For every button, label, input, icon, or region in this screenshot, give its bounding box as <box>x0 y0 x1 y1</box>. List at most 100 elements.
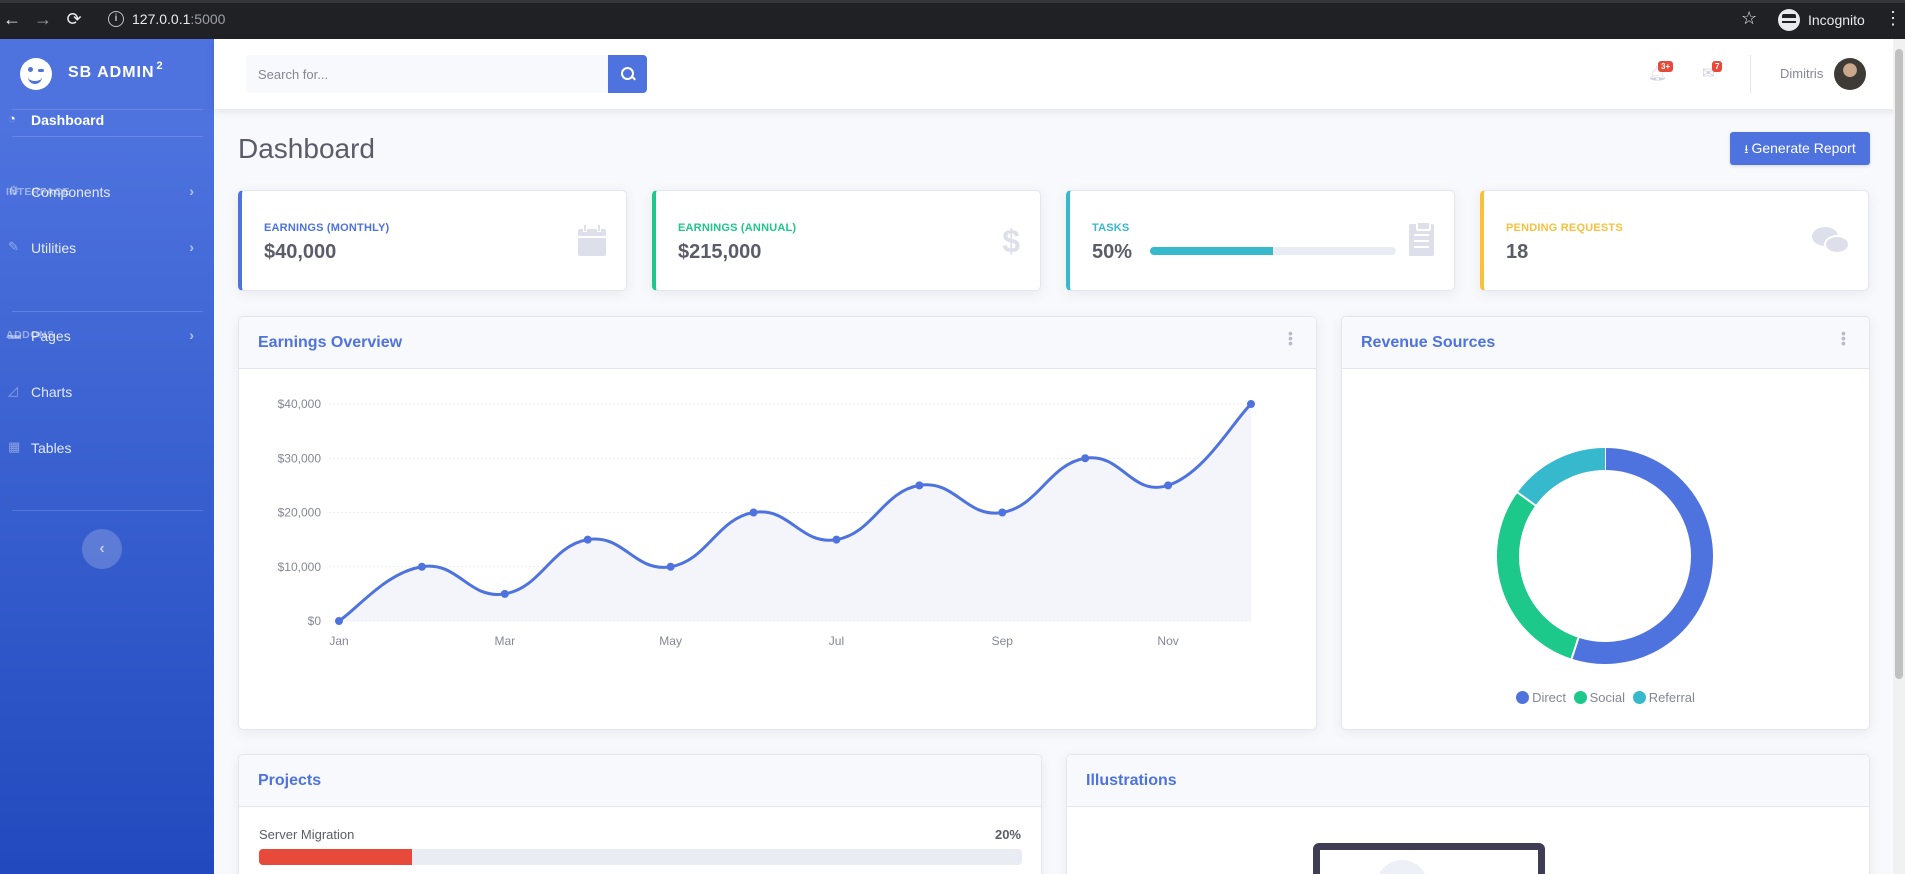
avatar[interactable] <box>1834 58 1866 90</box>
data-point <box>417 562 426 571</box>
stat-label: Earnings (Annual) <box>678 222 797 234</box>
data-point <box>500 589 509 598</box>
incognito-icon[interactable] <box>1778 9 1800 31</box>
stat-value: 18 <box>1506 241 1529 263</box>
address-bar[interactable]: 127.0.0.1:5000 <box>132 11 225 27</box>
reload-icon[interactable]: ⟳ <box>64 9 84 29</box>
dollar-icon: $ <box>1002 223 1020 259</box>
revenue-donut-chart <box>1497 448 1713 664</box>
site-info-icon[interactable]: i <box>108 11 124 27</box>
calendar-icon <box>578 224 606 256</box>
donut-slice-direct <box>1571 448 1713 664</box>
y-tick-label: $40,000 <box>278 397 322 411</box>
x-tick-label: Jul <box>829 634 844 648</box>
tasks-progress <box>1150 247 1396 255</box>
y-tick-label: $0 <box>308 614 322 628</box>
tab-strip-edge <box>0 0 1905 3</box>
wrench-icon: ✎ <box>8 239 19 254</box>
page-title: Dashboard <box>238 133 375 164</box>
sidebar-item-utilities[interactable]: ✎ Utilities › <box>0 225 214 271</box>
x-tick-label: Mar <box>494 634 515 648</box>
search-input[interactable] <box>246 55 608 93</box>
y-tick-label: $20,000 <box>278 506 322 520</box>
data-point <box>1164 481 1173 490</box>
table-icon: ▦ <box>8 439 21 454</box>
donut-slice-referral <box>1517 448 1606 506</box>
sidebar-item-label: Charts <box>31 384 73 400</box>
sidebar-item-tables[interactable]: ▦ Tables <box>0 425 214 471</box>
chevron-right-icon: › <box>189 239 194 255</box>
sidebar-item-pages[interactable]: ▬ Pages › <box>0 313 214 359</box>
bookmark-star-icon[interactable]: ☆ <box>1741 8 1757 29</box>
tachometer-icon: ◔ <box>8 111 16 126</box>
comments-icon <box>1812 227 1850 257</box>
more-vertical-icon[interactable]: • • • <box>1288 326 1293 350</box>
x-tick-label: May <box>659 634 682 648</box>
laugh-wink-icon <box>20 58 52 90</box>
browser-toolbar: ← → ⟳ i 127.0.0.1:5000 ☆ Incognito ⋮ <box>0 0 1905 39</box>
donut-slice-social <box>1497 492 1579 659</box>
sidebar-item-label: Pages <box>31 328 71 344</box>
legend-item-social: Social <box>1573 690 1625 705</box>
sidebar-item-label: Utilities <box>31 240 77 256</box>
cog-icon: ⚙ <box>8 183 20 198</box>
more-vertical-icon[interactable]: • • • <box>1841 326 1846 350</box>
folder-icon: ▬ <box>8 327 21 342</box>
stat-label: Earnings (Monthly) <box>264 222 390 234</box>
earnings-overview-card: Earnings Overview • • • $0 $10,000 $20,000 $3… <box>238 316 1317 730</box>
topbar: 🔔︎3+ ✉︎7 Dimitris <box>214 39 1905 109</box>
messages-envelope-icon[interactable]: ✉︎ 7 <box>1702 61 1724 82</box>
legend-dot <box>1573 691 1587 704</box>
browser-menu-icon[interactable]: ⋮ <box>1884 8 1902 29</box>
user-name[interactable]: Dimitris <box>1780 66 1823 81</box>
projects-card: Projects Server Migration 20% <box>238 754 1042 874</box>
y-tick-label: $30,000 <box>278 451 322 465</box>
revenue-sources-card: Revenue Sources • • • Direct Social Referr… <box>1341 316 1870 730</box>
download-icon: ⭳ <box>1744 142 1749 156</box>
url-host: 127.0.0.1 <box>132 11 191 27</box>
legend-label: Direct <box>1532 690 1567 705</box>
scrollbar-thumb[interactable] <box>1895 49 1903 679</box>
sidebar-item-label: Dashboard <box>31 112 105 128</box>
sidebar: SB ADMIN 2 ◔ Dashboard INTERFACE ⚙ Compon… <box>0 39 214 874</box>
stat-card-pending-requests: Pending Requests 18 <box>1480 190 1869 291</box>
card-title: Illustrations <box>1086 772 1177 789</box>
page-scrollbar[interactable] <box>1893 39 1905 874</box>
sidebar-item-components[interactable]: ⚙ Components › <box>0 169 214 215</box>
data-point <box>749 508 758 517</box>
sidebar-item-label: Tables <box>31 440 72 456</box>
data-point <box>1247 400 1255 408</box>
forward-arrow-icon[interactable]: → <box>33 9 53 29</box>
earnings-area-chart: $0 $10,000 $20,000 $30,000 $40,000 Jan Mar May J… <box>278 397 1255 648</box>
stat-value: $215,000 <box>678 241 762 263</box>
data-point <box>915 481 924 490</box>
url-port: :5000 <box>190 11 226 27</box>
data-point <box>1081 454 1090 463</box>
y-tick-label: $10,000 <box>278 560 322 574</box>
illustration-image <box>1313 843 1545 874</box>
card-title: Revenue Sources <box>1361 334 1496 351</box>
stat-label: Tasks <box>1092 222 1130 234</box>
x-tick-label: Jan <box>329 634 348 648</box>
illustrations-card: Illustrations <box>1066 754 1870 874</box>
generate-report-button[interactable]: ⭳ Generate Report <box>1730 132 1870 165</box>
search-button[interactable] <box>608 55 647 93</box>
alerts-bell-icon[interactable]: 🔔︎ 3+ <box>1648 61 1674 82</box>
sidebar-divider <box>12 136 203 137</box>
stat-value: $40,000 <box>264 241 337 263</box>
card-header: Earnings Overview • • • <box>239 317 1316 369</box>
donut-legend: Direct Social Referral <box>1342 690 1869 705</box>
project-name: Server Migration <box>259 827 355 842</box>
legend-item-referral: Referral <box>1632 690 1695 705</box>
data-point <box>832 535 841 544</box>
stat-value: 50% <box>1092 241 1133 263</box>
sidebar-item-charts[interactable]: ◿ Charts <box>0 369 214 415</box>
data-point <box>335 617 343 625</box>
sidebar-toggle-button[interactable]: ‹ <box>82 529 122 569</box>
clipboard-list-icon <box>1409 221 1434 256</box>
stat-card-earnings-monthly: Earnings (Monthly) $40,000 <box>238 190 627 291</box>
sidebar-divider <box>12 311 203 312</box>
back-arrow-icon[interactable]: ← <box>2 9 22 29</box>
data-point <box>666 562 675 571</box>
search-form <box>246 55 647 93</box>
